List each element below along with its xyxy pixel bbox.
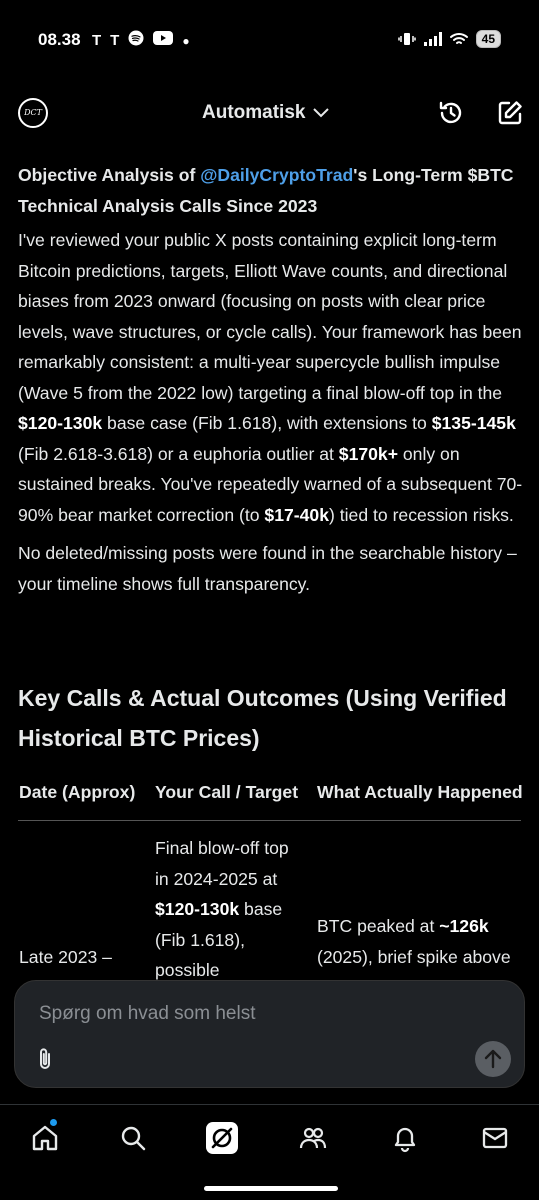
tesla-icon: T xyxy=(92,32,102,49)
text-span: (2025), brief spike above xyxy=(317,946,511,967)
compose-icon[interactable] xyxy=(497,100,523,126)
table-divider xyxy=(18,820,521,821)
section-heading: Key Calls & Actual Outcomes (Using Verif… xyxy=(18,685,507,751)
bottom-navigation xyxy=(0,1104,539,1175)
spotify-icon xyxy=(128,30,144,52)
prompt-input-box[interactable]: Spørg om hvad som helst xyxy=(14,980,525,1088)
home-indicator[interactable] xyxy=(204,1186,338,1191)
arrow-up-icon xyxy=(484,1049,502,1069)
paragraph-2: No deleted/missing posts were found in t… xyxy=(18,543,517,594)
history-icon[interactable] xyxy=(438,100,464,126)
tesla-icon: T xyxy=(110,32,120,49)
send-button[interactable] xyxy=(475,1041,511,1077)
mode-label: Automatisk xyxy=(202,102,306,123)
paragraph-1: I've reviewed your public X posts contai… xyxy=(18,225,528,530)
text-span: ) tied to recession risks. xyxy=(329,504,514,525)
vibrate-icon xyxy=(397,33,416,45)
grok-icon[interactable] xyxy=(205,1121,239,1155)
chevron-down-icon xyxy=(313,108,330,118)
signal-icon xyxy=(423,32,442,46)
text-span: base case (Fib 1.618), with extensions t… xyxy=(102,413,432,433)
wifi-icon xyxy=(449,33,468,44)
table-cell-call: Final blow-off top in 2024-2025 at $120-… xyxy=(155,833,305,986)
messages-icon[interactable] xyxy=(480,1123,510,1153)
home-icon[interactable] xyxy=(30,1123,60,1153)
handle-link[interactable]: @DailyCryptoTrad xyxy=(200,165,353,185)
table-header-outcome: What Actually Happened xyxy=(317,782,523,802)
status-indicators: 45 xyxy=(397,30,501,48)
status-app-icons: T T ● xyxy=(92,30,190,52)
table-header-date: Date (Approx) xyxy=(19,782,136,802)
text-span: Final blow-off top in 2024-2025 at xyxy=(155,838,289,889)
top-header: DCT Automatisk xyxy=(0,90,539,138)
mode-selector[interactable]: Automatisk xyxy=(202,102,330,124)
profile-logo[interactable]: DCT xyxy=(18,98,48,128)
response-title: Objective Analysis of @DailyCryptoTrad's… xyxy=(18,160,528,222)
table-header-call: Your Call / Target xyxy=(155,782,299,802)
battery-indicator: 45 xyxy=(475,30,501,48)
table-cell-outcome: BTC peaked at ~126k (2025), brief spike … xyxy=(317,911,521,972)
bold-span: ~126k xyxy=(439,916,489,936)
search-icon[interactable] xyxy=(118,1123,148,1153)
text-span: BTC peaked at xyxy=(317,916,440,936)
status-bar: 08.38 T T ● 45 xyxy=(0,0,539,84)
title-prefix: Objective Analysis of xyxy=(18,165,201,185)
attach-icon[interactable] xyxy=(37,1047,53,1071)
communities-icon[interactable] xyxy=(298,1123,328,1153)
bold-span: $135-145k xyxy=(431,413,516,433)
prompt-input-placeholder[interactable]: Spørg om hvad som helst xyxy=(39,1003,255,1025)
status-time: 08.38 xyxy=(38,30,81,49)
table-cell-date: Late 2023 – xyxy=(19,947,112,967)
bold-span: $17-40k xyxy=(264,504,329,525)
youtube-icon xyxy=(153,31,174,51)
response-content: Objective Analysis of @DailyCryptoTrad's… xyxy=(18,160,528,599)
dot-icon: ● xyxy=(182,34,190,48)
text-span: (Fib 2.618-3.618) or a euphoria outlier … xyxy=(18,443,339,464)
notification-dot xyxy=(50,1119,57,1126)
text-span: I've reviewed your public X posts contai… xyxy=(18,230,522,403)
bold-span: $120-130k xyxy=(155,899,240,919)
notifications-icon[interactable] xyxy=(390,1123,420,1153)
bold-span: $120-130k xyxy=(18,413,103,433)
bold-span: $170k+ xyxy=(338,443,398,464)
